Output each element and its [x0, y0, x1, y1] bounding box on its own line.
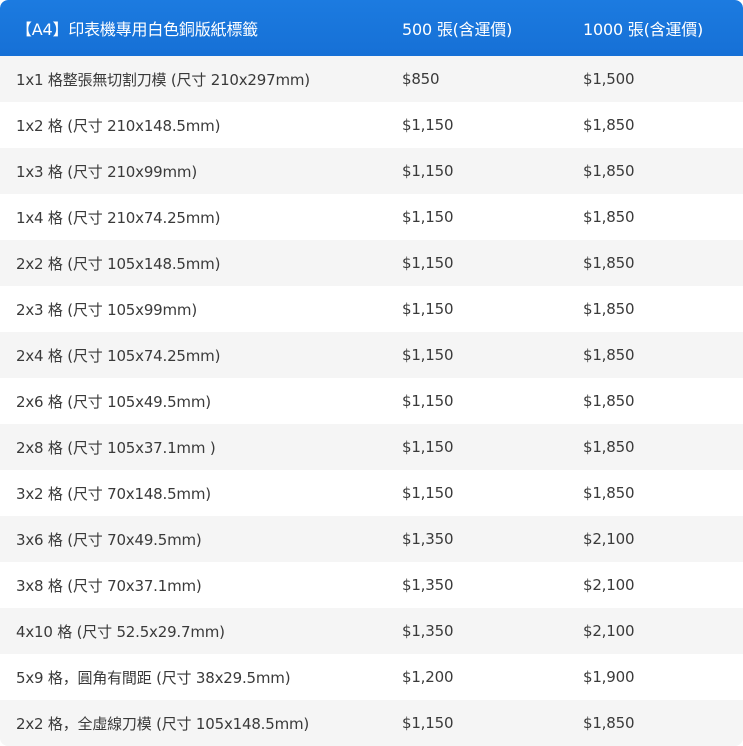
price-1000-cell: $1,850 [583, 116, 635, 134]
header-500-sheets: 500 張(含運價) [402, 20, 513, 39]
price-500-cell: $1,150 [402, 714, 454, 732]
table-row: 2x3 格 (尺寸 105x99mm) $1,150 $1,850 [0, 286, 743, 332]
spec-cell: 5x9 格，圓角有間距 (尺寸 38x29.5mm) [16, 668, 291, 687]
table-row: 1x4 格 (尺寸 210x74.25mm) $1,150 $1,850 [0, 194, 743, 240]
spec-cell: 3x2 格 (尺寸 70x148.5mm) [16, 484, 211, 503]
price-500-cell: $1,150 [402, 208, 454, 226]
table-row: 1x3 格 (尺寸 210x99mm) $1,150 $1,850 [0, 148, 743, 194]
spec-cell: 2x2 格，全虛線刀模 (尺寸 105x148.5mm) [16, 714, 310, 733]
table-row: 2x4 格 (尺寸 105x74.25mm) $1,150 $1,850 [0, 332, 743, 378]
spec-cell: 2x3 格 (尺寸 105x99mm) [16, 300, 197, 319]
price-500-cell: $1,150 [402, 254, 454, 272]
price-500-cell: $1,350 [402, 576, 454, 594]
price-500-cell: $1,200 [402, 668, 454, 686]
price-1000-cell: $2,100 [583, 622, 635, 640]
table-row: 4x10 格 (尺寸 52.5x29.7mm) $1,350 $2,100 [0, 608, 743, 654]
price-1000-cell: $1,900 [583, 668, 635, 686]
spec-cell: 2x2 格 (尺寸 105x148.5mm) [16, 254, 221, 273]
price-1000-cell: $2,100 [583, 576, 635, 594]
spec-cell: 1x4 格 (尺寸 210x74.25mm) [16, 208, 221, 227]
spec-cell: 3x6 格 (尺寸 70x49.5mm) [16, 530, 202, 549]
spec-cell: 1x2 格 (尺寸 210x148.5mm) [16, 116, 221, 135]
table-row: 1x2 格 (尺寸 210x148.5mm) $1,150 $1,850 [0, 102, 743, 148]
price-500-cell: $1,150 [402, 300, 454, 318]
price-500-cell: $850 [402, 70, 440, 88]
price-1000-cell: $1,850 [583, 392, 635, 410]
price-1000-cell: $1,850 [583, 438, 635, 456]
price-500-cell: $1,350 [402, 622, 454, 640]
spec-cell: 1x1 格整張無切割刀模 (尺寸 210x297mm) [16, 70, 310, 89]
price-500-cell: $1,150 [402, 392, 454, 410]
spec-cell: 1x3 格 (尺寸 210x99mm) [16, 162, 197, 181]
price-table: 【A4】印表機專用白色銅版紙標籤 500 張(含運價) 1000 張(含運價) … [0, 0, 743, 746]
table-row: 3x6 格 (尺寸 70x49.5mm) $1,350 $2,100 [0, 516, 743, 562]
price-1000-cell: $1,500 [583, 70, 635, 88]
price-1000-cell: $1,850 [583, 162, 635, 180]
price-500-cell: $1,150 [402, 162, 454, 180]
table-row: 1x1 格整張無切割刀模 (尺寸 210x297mm) $850 $1,500 [0, 56, 743, 102]
header-spec: 【A4】印表機專用白色銅版紙標籤 [16, 20, 258, 39]
spec-cell: 2x8 格 (尺寸 105x37.1mm ) [16, 438, 216, 457]
price-500-cell: $1,150 [402, 116, 454, 134]
table-header: 【A4】印表機專用白色銅版紙標籤 500 張(含運價) 1000 張(含運價) [0, 0, 743, 56]
price-500-cell: $1,150 [402, 484, 454, 502]
price-1000-cell: $1,850 [583, 484, 635, 502]
spec-cell: 2x6 格 (尺寸 105x49.5mm) [16, 392, 211, 411]
table-row: 3x8 格 (尺寸 70x37.1mm) $1,350 $2,100 [0, 562, 743, 608]
header-1000-sheets: 1000 張(含運價) [583, 20, 704, 39]
spec-cell: 2x4 格 (尺寸 105x74.25mm) [16, 346, 221, 365]
price-500-cell: $1,350 [402, 530, 454, 548]
price-500-cell: $1,150 [402, 346, 454, 364]
spec-cell: 3x8 格 (尺寸 70x37.1mm) [16, 576, 202, 595]
table-row: 2x6 格 (尺寸 105x49.5mm) $1,150 $1,850 [0, 378, 743, 424]
price-1000-cell: $1,850 [583, 254, 635, 272]
price-1000-cell: $1,850 [583, 346, 635, 364]
price-500-cell: $1,150 [402, 438, 454, 456]
table-row: 3x2 格 (尺寸 70x148.5mm) $1,150 $1,850 [0, 470, 743, 516]
price-1000-cell: $1,850 [583, 714, 635, 732]
price-1000-cell: $2,100 [583, 530, 635, 548]
price-1000-cell: $1,850 [583, 300, 635, 318]
table-row: 2x2 格 (尺寸 105x148.5mm) $1,150 $1,850 [0, 240, 743, 286]
price-1000-cell: $1,850 [583, 208, 635, 226]
table-row: 2x2 格，全虛線刀模 (尺寸 105x148.5mm) $1,150 $1,8… [0, 700, 743, 746]
table-row: 5x9 格，圓角有間距 (尺寸 38x29.5mm) $1,200 $1,900 [0, 654, 743, 700]
spec-cell: 4x10 格 (尺寸 52.5x29.7mm) [16, 622, 225, 641]
table-row: 2x8 格 (尺寸 105x37.1mm ) $1,150 $1,850 [0, 424, 743, 470]
